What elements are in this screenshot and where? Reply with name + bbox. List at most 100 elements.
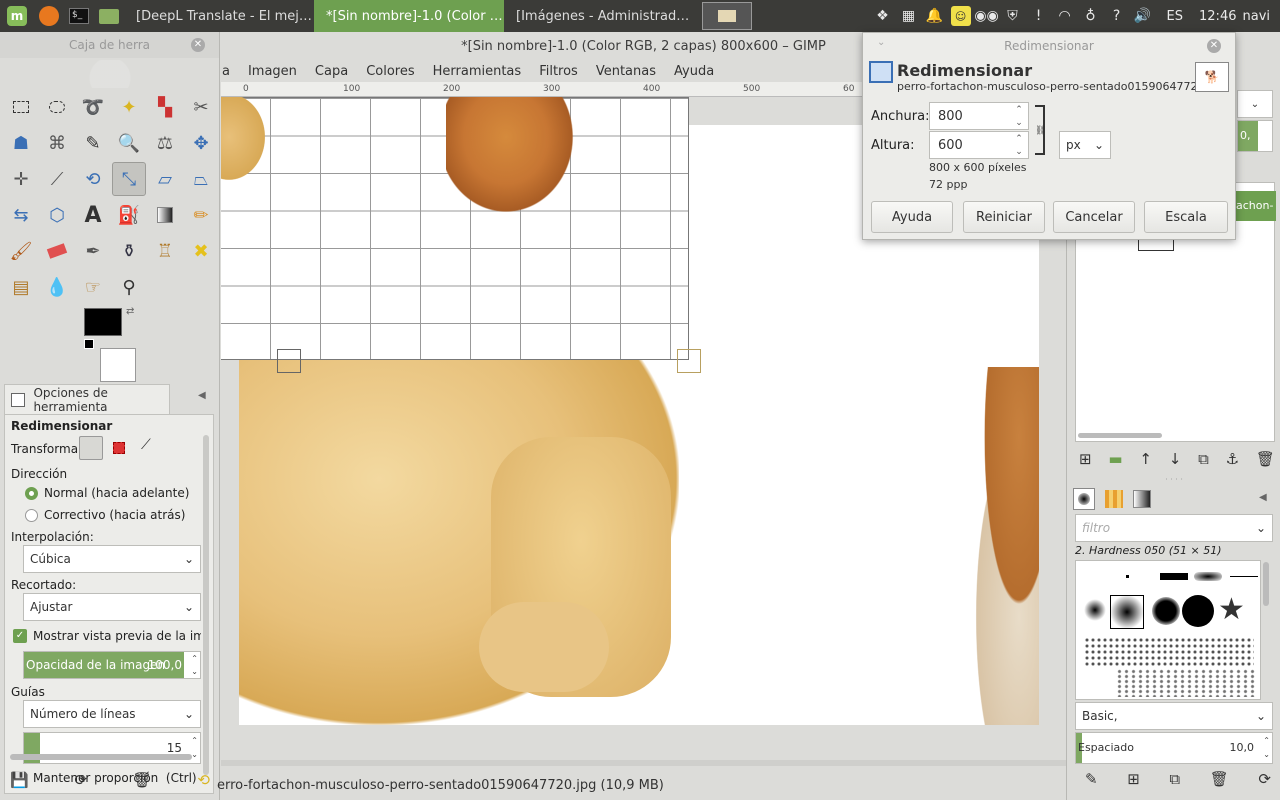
notes-icon[interactable]: ☺ <box>950 6 971 26</box>
brush-selected[interactable] <box>1110 595 1144 629</box>
save-options-icon[interactable]: 💾 <box>10 771 29 789</box>
clipboard-icon[interactable]: ! <box>1029 6 1049 26</box>
anchor-layer-icon[interactable]: ⚓ <box>1226 450 1239 468</box>
clipping-select[interactable]: Ajustar ⌄ <box>23 593 201 621</box>
spin-arrows-icon[interactable]: ⌃ ⌄ <box>1012 132 1026 158</box>
scissors-icon[interactable]: ✂ <box>184 90 218 124</box>
delete-layer-icon[interactable]: 🗑 <box>1256 450 1275 468</box>
color-picker-icon[interactable]: ✎ <box>76 126 110 160</box>
taskbar-item-deepl[interactable]: [DeepL Translate - El mej… <box>124 0 314 32</box>
rect-select-icon[interactable] <box>4 90 38 124</box>
reset-button[interactable]: Reiniciar <box>963 201 1045 233</box>
swap-colors-icon[interactable]: ⇄ <box>126 306 134 317</box>
tab-patterns[interactable] <box>1105 490 1123 508</box>
eraser-icon[interactable] <box>40 234 74 268</box>
layers-scrollbar[interactable] <box>1078 433 1162 438</box>
tab-tool-options[interactable]: Opciones de herramienta <box>4 384 170 414</box>
chain-link-icon[interactable]: ⛓ <box>1035 105 1046 155</box>
menu-layer[interactable]: Capa <box>306 64 357 79</box>
user-name[interactable]: navi <box>1242 9 1270 24</box>
terminal-launcher-icon[interactable]: $_ <box>64 0 94 32</box>
transform-path-icon[interactable]: ⟋ <box>141 437 151 453</box>
direction-forward-radio[interactable]: Normal (hacia adelante) <box>25 486 189 500</box>
menu-help[interactable]: Ayuda <box>665 64 723 79</box>
layers-combo[interactable]: ⌄ <box>1237 90 1273 118</box>
brush-grid[interactable]: ★ <box>1075 560 1261 700</box>
move-icon[interactable]: ✥ <box>184 126 218 160</box>
horizontal-scrollbar[interactable] <box>10 754 192 760</box>
crop-icon[interactable]: ⟋ <box>40 162 74 196</box>
menu-filters[interactable]: Filtros <box>530 64 587 79</box>
menu-colors[interactable]: Colores <box>357 64 423 79</box>
shield-icon[interactable]: ⛨ <box>1003 6 1023 26</box>
spacing-slider[interactable]: Espaciado 10,0 ⌃ ⌄ <box>1075 732 1273 764</box>
volume-icon[interactable]: 🔊 <box>1133 6 1153 26</box>
delete-options-icon[interactable]: 🗑 <box>133 771 152 789</box>
horizontal-ruler[interactable]: 0 100 200 300 400 500 60 <box>221 82 863 97</box>
height-input[interactable]: 600 ⌃ ⌄ <box>929 131 1029 159</box>
menu-item[interactable]: a <box>213 64 239 79</box>
spin-arrows-icon[interactable]: ⌃ ⌄ <box>1012 103 1026 129</box>
smudge-icon[interactable]: ☞ <box>76 270 110 304</box>
taskbar-item-gimp[interactable]: *[Sin nombre]-1.0 (Color … <box>314 0 504 32</box>
delete-brush-icon[interactable]: 🗑 <box>1210 770 1229 788</box>
background-color-swatch[interactable] <box>100 348 136 382</box>
paths-icon[interactable]: ⌘ <box>40 126 74 160</box>
menu-tools[interactable]: Herramientas <box>424 64 531 79</box>
lightbulb-icon[interactable]: ♁ <box>1081 6 1101 26</box>
lower-layer-icon[interactable]: ↓ <box>1169 450 1182 468</box>
brush-tag-select[interactable]: Basic, ⌄ <box>1075 702 1273 730</box>
close-icon[interactable]: ✕ <box>191 38 205 52</box>
menu-image[interactable]: Imagen <box>239 64 306 79</box>
align-icon[interactable]: ✛ <box>4 162 38 196</box>
reset-options-icon[interactable]: ⟲ <box>197 771 210 789</box>
firefox-launcher-icon[interactable] <box>34 0 64 32</box>
close-icon[interactable]: ✕ <box>1207 39 1221 53</box>
wifi-icon[interactable]: ◠ <box>1055 6 1075 26</box>
transform-selection-icon[interactable] <box>113 442 125 454</box>
files-launcher-icon[interactable] <box>94 0 124 32</box>
tab-menu-icon[interactable]: ◀ <box>1259 492 1267 503</box>
eyes-icon[interactable]: ◉◉ <box>974 6 998 26</box>
perspective-icon[interactable]: ⏢ <box>184 162 218 196</box>
scale-tool-icon[interactable]: ⤡ <box>112 162 146 196</box>
options-scrollbar[interactable] <box>203 435 209 775</box>
transform-layer-icon[interactable] <box>79 436 103 460</box>
restore-options-icon[interactable]: ⟳ <box>74 771 87 789</box>
gradient-icon[interactable] <box>148 198 182 232</box>
new-layer-icon[interactable]: ⊞ <box>1079 450 1092 468</box>
paintbrush-icon[interactable]: 🖌 <box>4 234 38 268</box>
scale-handle-bottom-right[interactable] <box>677 349 701 373</box>
layer-row-selected[interactable]: achon- <box>1236 191 1276 221</box>
brush-filter-input[interactable]: filtro ⌄ <box>1075 514 1273 542</box>
raise-layer-icon[interactable]: ↑ <box>1139 450 1152 468</box>
foreground-select-icon[interactable]: ☗ <box>4 126 38 160</box>
menu-logo-icon[interactable]: m <box>0 0 34 32</box>
perspective-clone-icon[interactable]: ▤ <box>4 270 38 304</box>
ink-icon[interactable]: ⚱ <box>112 234 146 268</box>
edit-brush-icon[interactable]: ✎ <box>1085 770 1098 788</box>
workspace-switcher[interactable] <box>702 2 752 30</box>
blur-icon[interactable]: 💧 <box>40 270 74 304</box>
dialog-menu-icon[interactable]: ⌄ <box>877 37 885 48</box>
foreground-color-swatch[interactable] <box>84 308 122 336</box>
guides-select[interactable]: Número de líneas ⌄ <box>23 700 201 728</box>
bucket-fill-icon[interactable]: ⛽ <box>112 198 146 232</box>
fuzzy-select-icon[interactable]: ✦ <box>112 90 146 124</box>
opacity-slider[interactable]: Opacidad de la imagen 100,0 ⌃ ⌄ <box>23 651 201 679</box>
opacity-spin-fragment[interactable]: 0, <box>1237 120 1273 152</box>
interpolation-select[interactable]: Cúbica ⌄ <box>23 545 201 573</box>
scale-button[interactable]: Escala <box>1144 201 1228 233</box>
measure-icon[interactable]: ⚖ <box>148 126 182 160</box>
lasso-icon[interactable]: ➰ <box>76 90 110 124</box>
help-button[interactable]: Ayuda <box>871 201 953 233</box>
tab-brushes[interactable] <box>1073 488 1095 510</box>
color-select-icon[interactable]: ▚ <box>148 90 182 124</box>
clock[interactable]: 12:46 <box>1199 9 1236 24</box>
cancel-button[interactable]: Cancelar <box>1053 201 1135 233</box>
new-layer-group-icon[interactable]: ▬ <box>1108 450 1122 468</box>
tab-menu-icon[interactable]: ◀ <box>198 390 206 401</box>
help-clipboard-icon[interactable]: ? <box>1107 6 1127 26</box>
shear-icon[interactable]: ▱ <box>148 162 182 196</box>
duplicate-layer-icon[interactable]: ⧉ <box>1198 450 1209 468</box>
